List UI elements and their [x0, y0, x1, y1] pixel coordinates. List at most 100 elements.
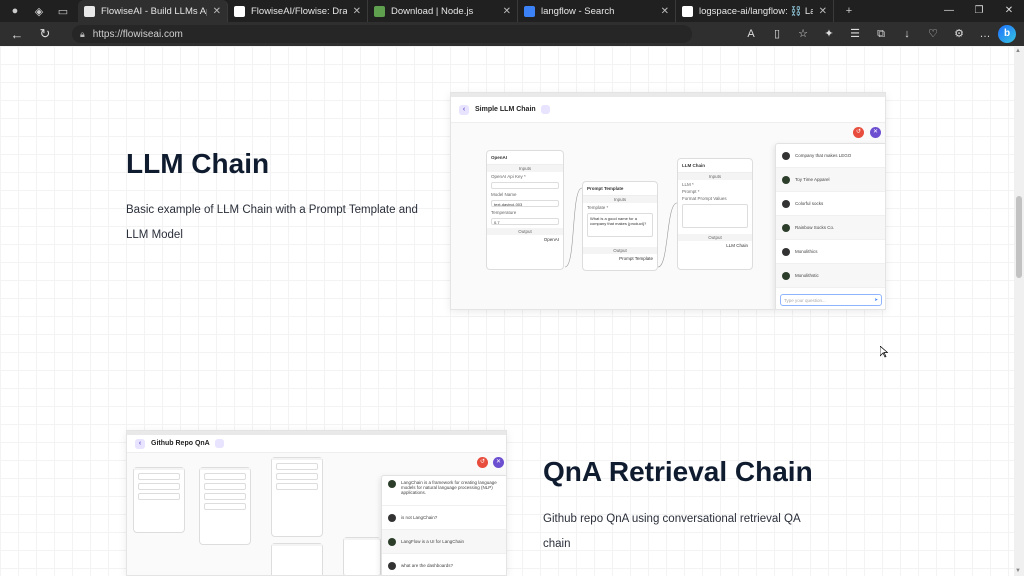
- send-icon: ➤: [874, 297, 878, 302]
- browser-tab[interactable]: langflow - Search ✕: [518, 0, 676, 22]
- chat-panel: Company that makes LEGO Toy Time Apparel…: [775, 143, 885, 309]
- tab-actions-icon[interactable]: ▭: [54, 2, 72, 20]
- read-aloud-icon[interactable]: A: [738, 24, 764, 44]
- more-icon[interactable]: …: [972, 24, 998, 44]
- scroll-down-icon[interactable]: ▼: [1015, 568, 1021, 574]
- api-key-field: [491, 182, 559, 189]
- favicon-icon: [84, 5, 95, 17]
- new-tab-icon[interactable]: +: [840, 2, 858, 20]
- chat-text: Company that makes LEGO: [795, 153, 852, 158]
- favorite-star-icon[interactable]: ☆: [790, 24, 816, 44]
- browser-tab-bar: ● ◈ ▭ FlowiseAI - Build LLMs Apps Easi✕F…: [0, 0, 1024, 22]
- page-scrollbar[interactable]: ▲ ▼: [1014, 46, 1024, 576]
- node-input-label: LLM *: [682, 182, 694, 187]
- template-field: What is a good name for a company that m…: [587, 213, 653, 237]
- node-output-label: Prompt Template: [619, 256, 653, 261]
- chat-message: Rainbow Socks Co.: [776, 216, 885, 240]
- favicon-icon: [374, 5, 385, 17]
- collections-icon[interactable]: ⧉: [868, 24, 894, 44]
- restore-icon[interactable]: ❐: [964, 0, 994, 22]
- bot-avatar-icon: [782, 223, 790, 232]
- close-window-icon[interactable]: ✕: [994, 0, 1024, 22]
- node-field-label: Format Prompt Values: [682, 196, 727, 201]
- edit-icon: [214, 439, 224, 448]
- bot-avatar-icon: [782, 271, 790, 280]
- browser-tab[interactable]: logspace-ai/langflow: ⛓️ LangFl ✕: [676, 0, 834, 22]
- node-field: [138, 483, 180, 490]
- close-tab-icon[interactable]: ✕: [503, 6, 511, 17]
- chat-input: Type your question... ➤: [780, 294, 882, 306]
- browser-tab[interactable]: FlowiseAI - Build LLMs Apps Easi ✕: [78, 0, 228, 22]
- refresh-icon[interactable]: ↻: [34, 23, 56, 45]
- node-input-label: Prompt *: [682, 189, 700, 194]
- node-field-label: Temperature: [491, 210, 517, 215]
- chat-text: LangFlow is a UI for LangChain: [401, 539, 465, 544]
- chat-message: Monolithics: [776, 240, 885, 264]
- browser-tab[interactable]: Download | Node.js ✕: [368, 0, 518, 22]
- web-page: LLM Chain Basic example of LLM Chain wit…: [0, 46, 1014, 576]
- node-field: [204, 473, 246, 480]
- section-title-llm-chain: LLM Chain: [126, 148, 270, 179]
- extensions-icon[interactable]: ✦: [816, 24, 842, 44]
- back-arrow-icon: ‹: [135, 438, 145, 449]
- minimize-icon[interactable]: —: [934, 0, 964, 22]
- temperature-field: 0.7: [491, 218, 559, 225]
- user-avatar-icon: [388, 513, 396, 522]
- node-section: [272, 544, 322, 546]
- desc-line-2: LLM Model: [126, 229, 183, 241]
- node-field: [204, 483, 246, 490]
- downloads-icon[interactable]: ↓: [894, 24, 920, 44]
- extensions-puzzle-icon[interactable]: ⚙: [946, 24, 972, 44]
- node-field: [276, 473, 318, 480]
- close-tab-icon[interactable]: ✕: [213, 6, 221, 17]
- chat-message: Toy Time Apparel: [776, 168, 885, 192]
- back-icon[interactable]: ←: [6, 23, 28, 45]
- favicon-icon: [234, 5, 245, 17]
- chat-text: Monolithics: [795, 249, 818, 254]
- node-field: [138, 493, 180, 500]
- node-section: [344, 538, 380, 540]
- chat-message: Monolithstic: [776, 264, 885, 288]
- node-field-label: Model Name: [491, 192, 517, 197]
- desc-line-1: Github repo QnA using conversational ret…: [543, 513, 801, 525]
- node-github: [199, 467, 251, 545]
- node-output-label: LLM Chain: [726, 243, 748, 248]
- qna-screenshot: ‹ Github Repo QnA ↺ ✕ LangChain is a fra…: [126, 430, 507, 576]
- user-avatar-icon: [388, 561, 396, 570]
- bot-avatar-icon: [388, 480, 396, 488]
- workspaces-icon[interactable]: ◈: [30, 2, 48, 20]
- chat-message: LangFlow is a UI for LangChain: [382, 530, 506, 554]
- chat-text: Rainbow Socks Co.: [795, 225, 835, 230]
- chat-panel: LangChain is a framework for creating la…: [381, 475, 506, 575]
- tab-label: langflow - Search: [541, 5, 615, 17]
- clear-chat-icon: ↺: [477, 457, 488, 468]
- node-title: OpenAI: [487, 151, 563, 165]
- node-output: Output: [583, 247, 657, 254]
- profile-icon[interactable]: ●: [6, 2, 24, 20]
- scrollbar-thumb[interactable]: [1016, 196, 1022, 278]
- favorites-icon[interactable]: ☰: [842, 24, 868, 44]
- close-tab-icon[interactable]: ✕: [661, 6, 669, 17]
- url-field[interactable]: 🔒︎ https://flowiseai.com: [72, 25, 692, 43]
- section-title-qna-retrieval: QnA Retrieval Chain: [543, 456, 813, 487]
- close-tab-icon[interactable]: ✕: [353, 6, 361, 17]
- lock-icon: 🔒︎: [80, 28, 85, 39]
- performance-icon[interactable]: ♡: [920, 24, 946, 44]
- node-section: Inputs: [678, 173, 752, 180]
- close-tab-icon[interactable]: ✕: [819, 6, 827, 17]
- chat-placeholder: Type your question...: [784, 298, 826, 303]
- node-text-splitter: [133, 467, 185, 533]
- node-output-label: OpenAI: [543, 237, 559, 242]
- bing-copilot-icon[interactable]: b: [998, 25, 1016, 43]
- node-title: Prompt Template: [583, 182, 657, 196]
- browser-tab[interactable]: FlowiseAI/Flowise: Drag & drop ✕: [228, 0, 368, 22]
- bot-avatar-icon: [782, 175, 790, 184]
- immersive-reader-icon[interactable]: ▯: [764, 24, 790, 44]
- user-avatar-icon: [782, 151, 790, 160]
- node-field: [276, 483, 318, 490]
- scroll-up-icon[interactable]: ▲: [1015, 48, 1021, 54]
- node-section: [200, 468, 250, 470]
- node-field-label: OpenAI Api Key *: [491, 174, 526, 179]
- chat-text: is not LangChain?: [401, 515, 438, 520]
- canvas-title: Github Repo QnA: [151, 440, 210, 447]
